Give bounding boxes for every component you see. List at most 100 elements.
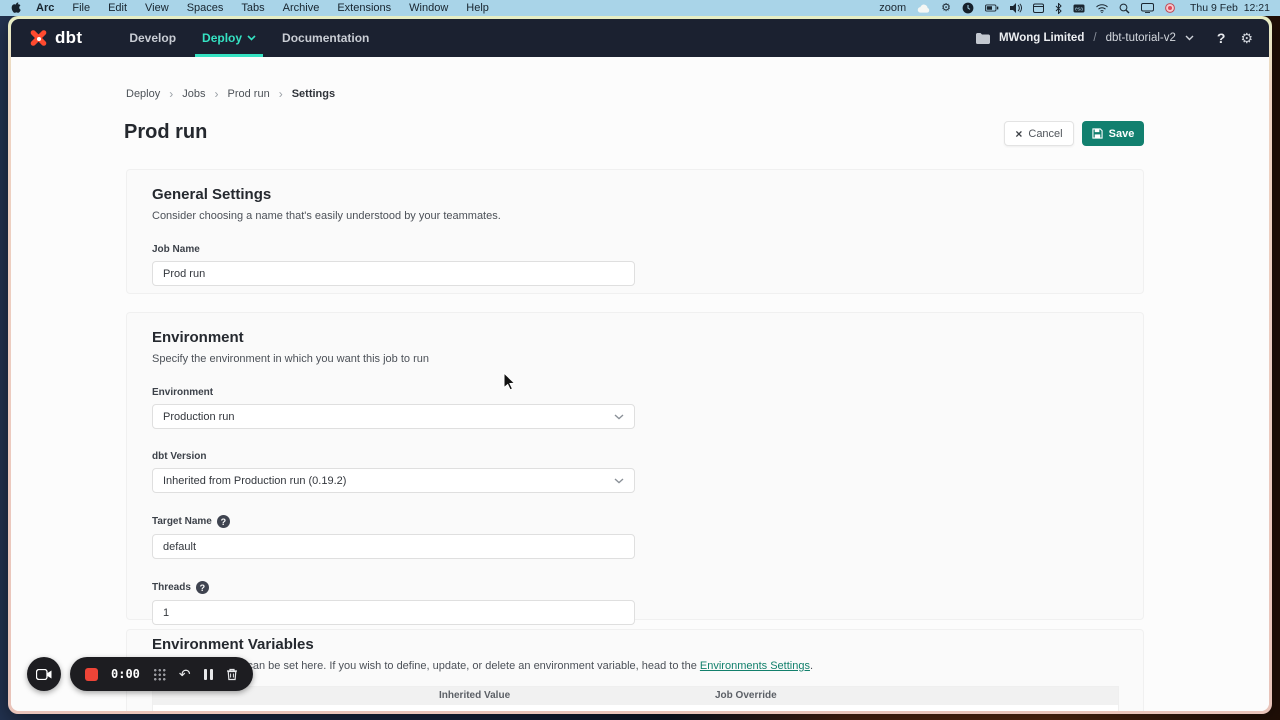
- environment-variables-description: Job-level overrides can be set here. If …: [152, 660, 1118, 672]
- project-name[interactable]: dbt-tutorial-v2: [1106, 32, 1176, 44]
- menubar-item-archive[interactable]: Archive: [274, 2, 329, 14]
- environment-select[interactable]: Production run: [152, 404, 635, 429]
- settings-page: Deploy › Jobs › Prod run › Settings Prod…: [11, 57, 1269, 711]
- menubar-clock[interactable]: Thu 9 Feb 12:21: [1190, 2, 1270, 14]
- pause-recording-button[interactable]: [204, 669, 213, 680]
- target-name-label-text: Target Name: [152, 516, 212, 527]
- menubar-item-tabs[interactable]: Tabs: [232, 2, 273, 14]
- nav-item-develop[interactable]: Develop: [116, 19, 189, 57]
- chevron-down-icon: [247, 35, 256, 41]
- menubar-item-view[interactable]: View: [136, 2, 178, 14]
- menubar-item-help[interactable]: Help: [457, 2, 498, 14]
- menubar-item-arc[interactable]: Arc: [27, 2, 63, 14]
- menubar-item-extensions[interactable]: Extensions: [328, 2, 400, 14]
- cancel-button-label: Cancel: [1028, 128, 1062, 140]
- dbt-navbar: dbt Develop Deploy Documentation: [11, 19, 1269, 57]
- settings-menu-icon[interactable]: ⚙: [941, 3, 951, 14]
- environment-variables-table: Inherited Value Job Override: [152, 686, 1119, 711]
- weather-icon[interactable]: [917, 4, 930, 13]
- breadcrumb-settings: Settings: [292, 88, 335, 100]
- job-name-field-group: Job Name: [152, 244, 635, 286]
- browser-window: dbt Develop Deploy Documentation: [8, 16, 1272, 714]
- chevron-down-icon: [614, 414, 624, 420]
- environment-heading: Environment: [152, 329, 1118, 346]
- display-icon[interactable]: [1141, 3, 1154, 13]
- battery-icon[interactable]: [985, 4, 999, 12]
- save-button-label: Save: [1109, 128, 1135, 140]
- recording-toolbar: 0:00 ↶: [70, 657, 253, 691]
- calendar-icon[interactable]: [1033, 3, 1044, 13]
- general-settings-description: Consider choosing a name that's easily u…: [152, 210, 1118, 222]
- job-name-input[interactable]: [152, 261, 635, 286]
- breadcrumb-prod-run[interactable]: Prod run: [228, 88, 270, 100]
- menubar-item-file[interactable]: File: [63, 2, 99, 14]
- threads-input[interactable]: [152, 600, 635, 625]
- nav-right: MWong Limited / dbt-tutorial-v2 ? ⚙: [976, 30, 1253, 47]
- page-title: Prod run: [124, 121, 207, 144]
- account-name[interactable]: MWong Limited: [999, 32, 1084, 44]
- menubar-status-area: zoom ⚙ esa: [879, 2, 1270, 14]
- environment-variables-heading: Environment Variables: [152, 636, 1118, 653]
- threads-help-icon[interactable]: ?: [196, 581, 209, 594]
- svg-text:esa: esa: [1075, 6, 1083, 12]
- help-button[interactable]: ?: [1217, 30, 1226, 46]
- nav-item-deploy-label: Deploy: [202, 31, 242, 45]
- nav-item-develop-label: Develop: [129, 31, 176, 45]
- job-name-label: Job Name: [152, 244, 635, 255]
- dbt-logo-icon: [27, 27, 49, 49]
- breadcrumb-deploy[interactable]: Deploy: [126, 88, 160, 100]
- environment-variables-card: Environment Variables Job-level override…: [126, 629, 1144, 711]
- threads-label-text: Threads: [152, 582, 191, 593]
- nav-items: Develop Deploy Documentation: [116, 19, 382, 57]
- column-header-job-override: Job Override: [715, 690, 777, 701]
- account-project-separator: /: [1093, 32, 1096, 44]
- dbt-version-label: dbt Version: [152, 451, 635, 462]
- apple-menu-icon[interactable]: [10, 2, 21, 15]
- column-header-inherited-value: Inherited Value: [439, 690, 510, 701]
- breadcrumb-separator-icon: ›: [169, 87, 173, 101]
- save-button[interactable]: Save: [1082, 121, 1144, 146]
- env-vars-description-period: .: [810, 660, 813, 672]
- project-chevron-down-icon[interactable]: [1185, 35, 1194, 41]
- target-name-input[interactable]: [152, 534, 635, 559]
- zoom-status-label[interactable]: zoom: [879, 3, 906, 14]
- stop-recording-button[interactable]: [85, 668, 98, 681]
- environment-select-value: Production run: [163, 411, 235, 423]
- breadcrumb-separator-icon: ›: [279, 87, 283, 101]
- table-row: [153, 705, 1118, 711]
- volume-icon[interactable]: [1010, 3, 1022, 13]
- delete-recording-icon[interactable]: [226, 668, 238, 681]
- environment-description: Specify the environment in which you wan…: [152, 353, 1118, 365]
- input-source-icon[interactable]: esa: [1073, 4, 1085, 13]
- drag-handle-icon[interactable]: [153, 668, 166, 681]
- close-icon: ×: [1015, 127, 1022, 141]
- breadcrumb: Deploy › Jobs › Prod run › Settings: [126, 87, 335, 101]
- menubar-item-edit[interactable]: Edit: [99, 2, 136, 14]
- environment-label: Environment: [152, 387, 635, 398]
- bluetooth-icon[interactable]: [1055, 3, 1062, 14]
- nav-item-documentation[interactable]: Documentation: [269, 19, 382, 57]
- breadcrumb-separator-icon: ›: [215, 87, 219, 101]
- environment-variables-table-header: Inherited Value Job Override: [153, 687, 1118, 705]
- target-name-help-icon[interactable]: ?: [217, 515, 230, 528]
- folder-icon: [976, 33, 990, 44]
- menubar-item-window[interactable]: Window: [400, 2, 457, 14]
- general-settings-card: General Settings Consider choosing a nam…: [126, 169, 1144, 294]
- wifi-icon[interactable]: [1096, 4, 1108, 13]
- search-icon[interactable]: [1119, 3, 1130, 14]
- clock-menu-icon[interactable]: [962, 2, 974, 14]
- breadcrumb-jobs[interactable]: Jobs: [182, 88, 205, 100]
- chevron-down-icon: [614, 478, 624, 484]
- menubar-item-spaces[interactable]: Spaces: [178, 2, 233, 14]
- environment-field-group: Environment Production run: [152, 387, 635, 429]
- gear-icon[interactable]: ⚙: [1240, 30, 1253, 47]
- cancel-button[interactable]: × Cancel: [1004, 121, 1074, 146]
- restart-recording-icon[interactable]: ↶: [179, 667, 191, 681]
- environments-settings-link[interactable]: Environments Settings: [700, 660, 810, 672]
- browser-viewport: dbt Develop Deploy Documentation: [11, 19, 1269, 711]
- dbt-version-select[interactable]: Inherited from Production run (0.19.2): [152, 468, 635, 493]
- nav-item-deploy[interactable]: Deploy: [189, 19, 269, 57]
- record-dot-icon[interactable]: [1165, 3, 1175, 13]
- dbt-brand[interactable]: dbt: [27, 27, 82, 49]
- camera-bubble-button[interactable]: [27, 657, 61, 691]
